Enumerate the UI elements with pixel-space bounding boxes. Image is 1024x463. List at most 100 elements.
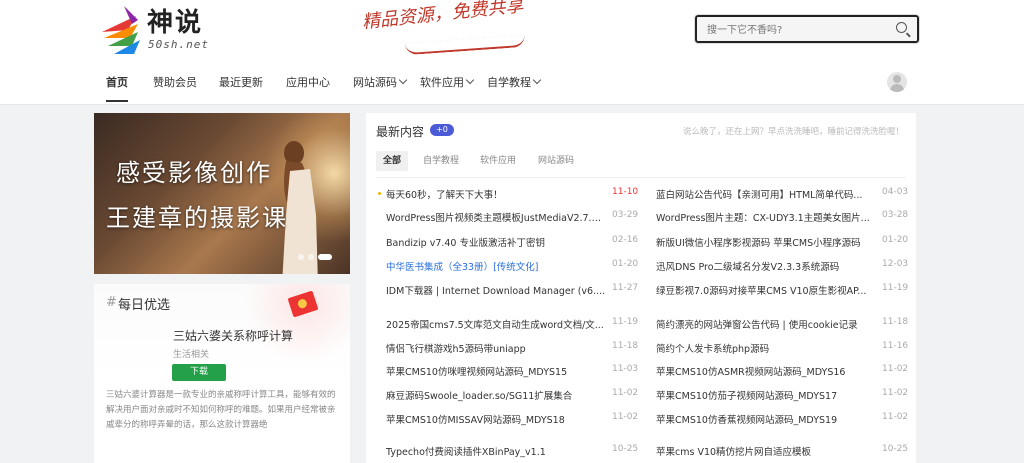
article-title[interactable]: 简约个人发卡系统php源码 bbox=[656, 341, 876, 355]
nav-label: 最近更新 bbox=[219, 76, 263, 89]
divider bbox=[376, 177, 906, 178]
nav-item-home[interactable]: 首页 bbox=[106, 66, 128, 102]
banner-title-line1: 感受影像创作 bbox=[116, 159, 272, 187]
slider-dot-active[interactable] bbox=[318, 254, 332, 260]
article-row[interactable]: WordPress图片主题：CX-UDY3.1主题美女图片... 03-28 bbox=[656, 210, 916, 224]
article-row[interactable]: 迅风DNS Pro二级域名分发V2.3.3系统源码 12-03 bbox=[656, 259, 916, 273]
logo-domain: 50sh.net bbox=[148, 38, 209, 51]
article-date: 11-03 bbox=[612, 364, 639, 374]
latest-content-panel: 最新内容 +0 说么晚了，还在上网？早点洗洗睡吧，睡前记得洗洗脸喔！ 全部 自学… bbox=[366, 113, 916, 463]
article-date: 11-16 bbox=[882, 341, 909, 351]
article-date: 10-25 bbox=[612, 444, 639, 454]
article-title[interactable]: 迅风DNS Pro二级域名分发V2.3.3系统源码 bbox=[656, 259, 876, 273]
nav-item-recent[interactable]: 最近更新 bbox=[219, 66, 263, 100]
tab-software[interactable]: 软件应用 bbox=[473, 151, 523, 171]
article-date: 11-19 bbox=[612, 317, 639, 327]
article-title[interactable]: 苹果CMS10仿MISSAV网站源码_MDYS18 bbox=[386, 412, 606, 426]
article-title[interactable]: Bandizip v7.40 专业版激活补丁密钥 bbox=[386, 235, 606, 249]
article-date: 11-27 bbox=[612, 283, 639, 293]
nav-label: 网站源码 bbox=[353, 76, 397, 89]
logo-text[interactable]: 神说 bbox=[147, 2, 203, 39]
slider-dot[interactable] bbox=[298, 254, 304, 260]
article-row[interactable]: 简约个人发卡系统php源码 11-16 bbox=[656, 341, 916, 355]
article-title[interactable]: IDM下载器 | Internet Download Manager (v6..… bbox=[386, 283, 606, 297]
article-title[interactable]: WordPress图片主题：CX-UDY3.1主题美女图片... bbox=[656, 210, 876, 224]
article-row[interactable]: 苹果CMS10仿MISSAV网站源码_MDYS18 11-02 bbox=[386, 412, 646, 426]
article-title[interactable]: 苹果CMS10仿茄子视频网站源码_MDYS17 bbox=[656, 388, 876, 402]
article-date: 03-28 bbox=[882, 210, 909, 220]
article-row[interactable]: 新版UI微信小程序影视源码 苹果CMS小程序源码 01-20 bbox=[656, 235, 916, 249]
slogan-underline bbox=[404, 34, 526, 56]
article-title[interactable]: 麻豆源码Swoole_loader.so/SG11扩展集合 bbox=[386, 388, 606, 402]
chevron-down-icon bbox=[532, 75, 542, 85]
article-date: 10-25 bbox=[882, 444, 909, 454]
nav-label: 软件应用 bbox=[420, 76, 464, 89]
banner-slider[interactable]: 感受影像创作 王建章的摄影课 bbox=[94, 113, 350, 274]
article-title[interactable]: 中华医书集成（全33册）[传统文化] bbox=[386, 259, 606, 273]
article-row[interactable]: Bandizip v7.40 专业版激活补丁密钥 02-16 bbox=[386, 235, 646, 249]
article-row[interactable]: 苹果CMS10仿ASMR视频网站源码_MDYS16 11-02 bbox=[656, 364, 916, 378]
nav-label: 首页 bbox=[106, 76, 128, 89]
app-name[interactable]: 三姑六婆关系称呼计算 bbox=[173, 327, 293, 344]
article-row[interactable]: WordPress图片视频类主题模板JustMediaV2.7.1... 03-2… bbox=[386, 210, 646, 224]
article-title[interactable]: 苹果CMS10仿ASMR视频网站源码_MDYS16 bbox=[656, 364, 876, 378]
nav-item-apps[interactable]: 应用中心 bbox=[286, 66, 330, 100]
article-title[interactable]: 苹果cms V10精仿挖片网自适应模板 bbox=[656, 444, 876, 458]
article-row[interactable]: 中华医书集成（全33册）[传统文化] 01-20 bbox=[386, 259, 646, 273]
article-date: 12-03 bbox=[882, 259, 909, 269]
greeting-note: 说么晚了，还在上网？早点洗洗睡吧，睡前记得洗洗脸喔！ bbox=[682, 127, 904, 137]
nav-item-vip[interactable]: 赞助会员 bbox=[153, 66, 197, 100]
search-icon[interactable] bbox=[896, 22, 907, 33]
tab-all[interactable]: 全部 bbox=[376, 151, 409, 171]
search-input[interactable] bbox=[705, 19, 879, 41]
article-row[interactable]: 绿豆影视7.0源码对接苹果CMS V10原生影视AP... 11-19 bbox=[656, 283, 916, 297]
article-title[interactable]: 新版UI微信小程序影视源码 苹果CMS小程序源码 bbox=[656, 235, 876, 249]
new-count-badge: +0 bbox=[430, 124, 454, 136]
article-date: 11-02 bbox=[882, 412, 909, 422]
article-row[interactable]: 2025帝国cms7.5文库范文自动生成word文档/文... 11-19 bbox=[386, 317, 646, 331]
nav-label: 自学教程 bbox=[487, 76, 531, 89]
article-date: 11-10 bbox=[612, 187, 639, 197]
nav-item-tutorial[interactable]: 自学教程 bbox=[487, 66, 542, 100]
daily-pick-title: 每日优选 bbox=[118, 298, 171, 313]
site-header: 神说 50sh.net 精品资源，免费共享 首页 赞助会员 最近更新 应用中心 … bbox=[0, 0, 1024, 105]
article-date: 11-02 bbox=[612, 412, 639, 422]
article-title[interactable]: 苹果CMS10仿咪哩视频网站源码_MDYS15 bbox=[386, 364, 606, 378]
slider-dot[interactable] bbox=[308, 254, 314, 260]
article-title[interactable]: 2025帝国cms7.5文库范文自动生成word文档/文... bbox=[386, 317, 606, 331]
article-date: 11-19 bbox=[882, 283, 909, 293]
article-row[interactable]: 麻豆源码Swoole_loader.so/SG11扩展集合 11-02 bbox=[386, 388, 646, 402]
tab-tutorial[interactable]: 自学教程 bbox=[416, 151, 466, 171]
article-row[interactable]: 苹果CMS10仿香蕉视频网站源码_MDYS19 11-02 bbox=[656, 412, 916, 426]
panel-title: 最新内容 bbox=[376, 125, 425, 139]
hash-icon: # bbox=[106, 295, 117, 310]
article-title[interactable]: Typecho付费阅读插件XBinPay_v1.1 bbox=[386, 444, 606, 458]
pin-dot-icon bbox=[378, 192, 381, 195]
article-title[interactable]: 情侣飞行棋游戏h5源码带uniapp bbox=[386, 341, 606, 355]
article-title[interactable]: 苹果CMS10仿香蕉视频网站源码_MDYS19 bbox=[656, 412, 876, 426]
article-title[interactable]: WordPress图片视频类主题模板JustMediaV2.7.1... bbox=[386, 210, 606, 224]
user-avatar-icon[interactable] bbox=[887, 72, 907, 92]
article-date: 03-29 bbox=[612, 210, 639, 220]
article-date: 11-02 bbox=[612, 388, 639, 398]
article-row[interactable]: Typecho付费阅读插件XBinPay_v1.1 10-25 bbox=[386, 444, 646, 458]
article-row[interactable]: 苹果cms V10精仿挖片网自适应模板 10-25 bbox=[656, 444, 916, 458]
download-button[interactable]: 下载 bbox=[172, 364, 226, 381]
article-title[interactable]: 简约漂亮的网站弹窗公告代码 | 使用cookie记录 bbox=[656, 317, 876, 331]
nav-item-source[interactable]: 网站源码 bbox=[353, 66, 408, 100]
article-title[interactable]: 蓝白网站公告代码【亲测可用】HTML简单代码... bbox=[656, 187, 876, 201]
article-row[interactable]: 苹果CMS10仿咪哩视频网站源码_MDYS15 11-03 bbox=[386, 364, 646, 378]
article-row[interactable]: 苹果CMS10仿茄子视频网站源码_MDYS17 11-02 bbox=[656, 388, 916, 402]
article-date: 01-20 bbox=[882, 235, 909, 245]
article-row[interactable]: 每天60秒，了解天下大事！ 11-10 bbox=[378, 187, 646, 201]
tab-source[interactable]: 网站源码 bbox=[531, 151, 581, 171]
daily-pick-card: # 每日优选 三姑六婆关系称呼计算 生活相关 下载 三姑六婆计算器是一款专业的亲… bbox=[94, 284, 350, 463]
article-row[interactable]: IDM下载器 | Internet Download Manager (v6..… bbox=[386, 283, 646, 297]
article-title[interactable]: 每天60秒，了解天下大事！ bbox=[386, 187, 606, 201]
article-row[interactable]: 简约漂亮的网站弹窗公告代码 | 使用cookie记录 11-18 bbox=[656, 317, 916, 331]
article-row[interactable]: 情侣飞行棋游戏h5源码带uniapp 11-18 bbox=[386, 341, 646, 355]
nav-item-software[interactable]: 软件应用 bbox=[420, 66, 475, 100]
search-box bbox=[694, 14, 920, 44]
article-row[interactable]: 蓝白网站公告代码【亲测可用】HTML简单代码... 04-03 bbox=[656, 187, 916, 201]
article-title[interactable]: 绿豆影视7.0源码对接苹果CMS V10原生影视AP... bbox=[656, 283, 876, 297]
